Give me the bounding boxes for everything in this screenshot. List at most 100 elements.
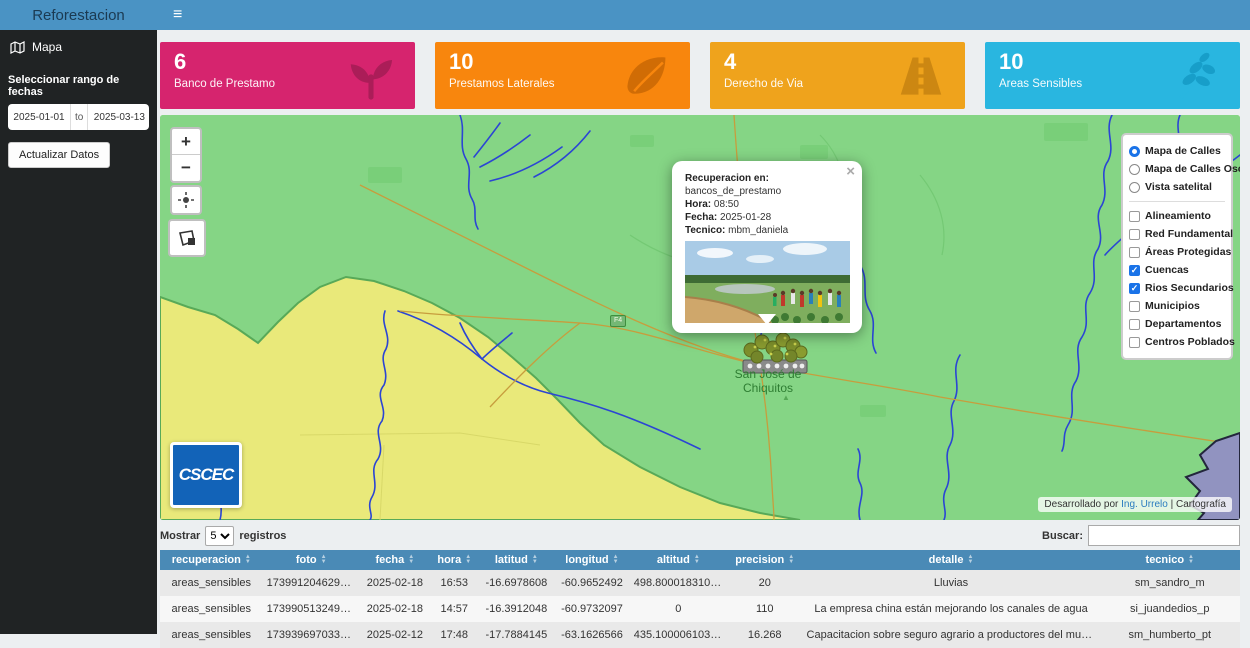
table-body: areas_sensibles1739912046299.jpg2025-02-…: [160, 570, 1240, 648]
overlay-layer-6[interactable]: Departamentos: [1129, 315, 1225, 333]
layers-control: Mapa de Calles Mapa de Calles OscuroVista…: [1121, 133, 1233, 360]
table-cell: areas_sensibles: [160, 622, 263, 648]
overlay-layer-7[interactable]: Centros Poblados: [1129, 333, 1225, 351]
base-layer-0[interactable]: Mapa de Calles: [1129, 142, 1225, 160]
search-label: Buscar:: [1042, 530, 1083, 542]
table-cell: 20: [727, 570, 803, 596]
attribution-prefix: Desarrollado por: [1044, 499, 1118, 510]
overlay-layer-0[interactable]: Alineamiento: [1129, 207, 1225, 225]
overlay-layer-5[interactable]: Municipios: [1129, 297, 1225, 315]
column-header-tecnico[interactable]: tecnico▲▼: [1100, 550, 1240, 570]
table-cell: -63.1626566: [554, 622, 630, 648]
base-layer-list: Mapa de Calles Mapa de Calles OscuroVista…: [1129, 142, 1225, 196]
locate-button[interactable]: [170, 185, 202, 215]
table-row[interactable]: areas_sensibles1739396970338.jpg2025-02-…: [160, 622, 1240, 648]
layer-label: Departamentos: [1145, 318, 1221, 330]
checkbox-checked-icon[interactable]: ✓: [1129, 283, 1140, 294]
sort-icon: ▲▼: [408, 555, 414, 565]
checkbox-icon[interactable]: [1129, 319, 1140, 330]
road-shield-label: F4: [610, 315, 626, 327]
table-cell: 498.8000183105469: [630, 570, 727, 596]
sort-icon: ▲▼: [788, 555, 794, 565]
layer-label: Rios Secundarios: [1145, 282, 1234, 294]
column-header-recuperacion[interactable]: recuperacion▲▼: [160, 550, 263, 570]
card-banco-de-prestamo: 6 Banco de Prestamo: [160, 42, 415, 109]
layer-label: Cuencas: [1145, 264, 1189, 276]
sidebar-item-mapa[interactable]: Mapa: [0, 30, 157, 64]
checkbox-icon[interactable]: [1129, 247, 1140, 258]
popup-field: Tecnico: mbm_daniela: [685, 224, 849, 237]
radio-icon[interactable]: [1129, 164, 1140, 175]
column-header-altitud[interactable]: altitud▲▼: [630, 550, 727, 570]
layer-label: Áreas Protegidas: [1145, 246, 1231, 258]
map-canvas[interactable]: + − Mapa de Calles Mapa de Calles OscuroV…: [160, 115, 1240, 520]
map-icon: [10, 41, 25, 54]
table-cell: 2025-02-12: [360, 622, 430, 648]
table-cell: 110: [727, 596, 803, 622]
sort-icon: ▲▼: [694, 555, 700, 565]
overlay-layer-list: Alineamiento Red FundamentalÁreas Protegi…: [1129, 207, 1225, 351]
date-range-picker: to: [8, 104, 149, 130]
checkbox-icon[interactable]: [1129, 229, 1140, 240]
layer-label: Mapa de Calles: [1145, 145, 1221, 157]
cscec-logo: CSCEC: [170, 442, 242, 508]
column-header-hora[interactable]: hora▲▼: [430, 550, 479, 570]
checkbox-checked-icon[interactable]: ✓: [1129, 265, 1140, 276]
checkbox-icon[interactable]: [1129, 337, 1140, 348]
base-layer-2[interactable]: Vista satelital: [1129, 178, 1225, 196]
hamburger-menu-icon[interactable]: ≡: [173, 7, 182, 23]
radio-icon[interactable]: [1129, 182, 1140, 193]
overlay-layer-2[interactable]: Áreas Protegidas: [1129, 243, 1225, 261]
table-cell: areas_sensibles: [160, 570, 263, 596]
seedling-icon: [341, 49, 401, 103]
length-label-before: Mostrar: [160, 530, 200, 542]
stat-cards: 6 Banco de Prestamo 10 Prestamos Lateral…: [157, 30, 1250, 109]
date-from-input[interactable]: [8, 104, 70, 130]
column-header-latitud[interactable]: latitud▲▼: [479, 550, 555, 570]
zoom-in-button[interactable]: +: [172, 129, 200, 155]
attribution-link[interactable]: Ing. Urrelo: [1121, 499, 1168, 510]
branch-icon: [1166, 49, 1226, 103]
table-row[interactable]: areas_sensibles1739912046299.jpg2025-02-…: [160, 570, 1240, 596]
map-popup: × Recuperacion en: bancos_de_prestamoHor…: [672, 161, 862, 333]
layer-label: Alineamiento: [1145, 210, 1211, 222]
zoom-out-button[interactable]: −: [172, 155, 200, 181]
overlay-layer-3[interactable]: ✓ Cuencas: [1129, 261, 1225, 279]
table-header-row: recuperacion▲▼foto▲▼fecha▲▼hora▲▼latitud…: [160, 550, 1240, 570]
app-title: Reforestacion: [0, 7, 157, 24]
search-input[interactable]: [1088, 525, 1240, 546]
column-header-precision[interactable]: precision▲▼: [727, 550, 803, 570]
table-cell: 16:53: [430, 570, 479, 596]
update-data-button[interactable]: Actualizar Datos: [8, 142, 110, 168]
base-layer-1[interactable]: Mapa de Calles Oscuro: [1129, 160, 1225, 178]
popup-fields: Recuperacion en: bancos_de_prestamoHora:…: [685, 172, 849, 237]
length-label-after: registros: [239, 530, 286, 542]
page-length-select[interactable]: 5: [205, 526, 234, 546]
sort-icon: ▲▼: [1188, 555, 1194, 565]
table-cell: -16.3912048: [479, 596, 555, 622]
leaf-icon: [616, 49, 676, 103]
popup-tail: [758, 314, 776, 325]
table-cell: 14:57: [430, 596, 479, 622]
date-to-input[interactable]: [88, 104, 149, 130]
checkbox-icon[interactable]: [1129, 211, 1140, 222]
radio-selected-icon[interactable]: [1129, 146, 1140, 157]
overlay-layer-4[interactable]: ✓Rios Secundarios: [1129, 279, 1225, 297]
sort-icon: ▲▼: [465, 555, 471, 565]
table-row[interactable]: areas_sensibles1739905132496.jpg2025-02-…: [160, 596, 1240, 622]
table-cell: 1739912046299.jpg: [263, 570, 360, 596]
column-header-detalle[interactable]: detalle▲▼: [803, 550, 1100, 570]
checkbox-icon[interactable]: [1129, 301, 1140, 312]
column-header-foto[interactable]: foto▲▼: [263, 550, 360, 570]
poi-triangle-icon: ▲: [782, 393, 790, 402]
column-header-fecha[interactable]: fecha▲▼: [360, 550, 430, 570]
draw-polygon-button[interactable]: [168, 219, 206, 257]
sort-icon: ▲▼: [245, 555, 251, 565]
table-cell: sm_sandro_m: [1100, 570, 1240, 596]
page-length-control: Mostrar 5 registros: [160, 526, 286, 546]
main-content: 6 Banco de Prestamo 10 Prestamos Lateral…: [157, 30, 1250, 634]
layer-label: Red Fundamental: [1145, 228, 1233, 240]
column-header-longitud[interactable]: longitud▲▼: [554, 550, 630, 570]
overlay-layer-1[interactable]: Red Fundamental: [1129, 225, 1225, 243]
popup-close-icon[interactable]: ×: [846, 164, 855, 179]
